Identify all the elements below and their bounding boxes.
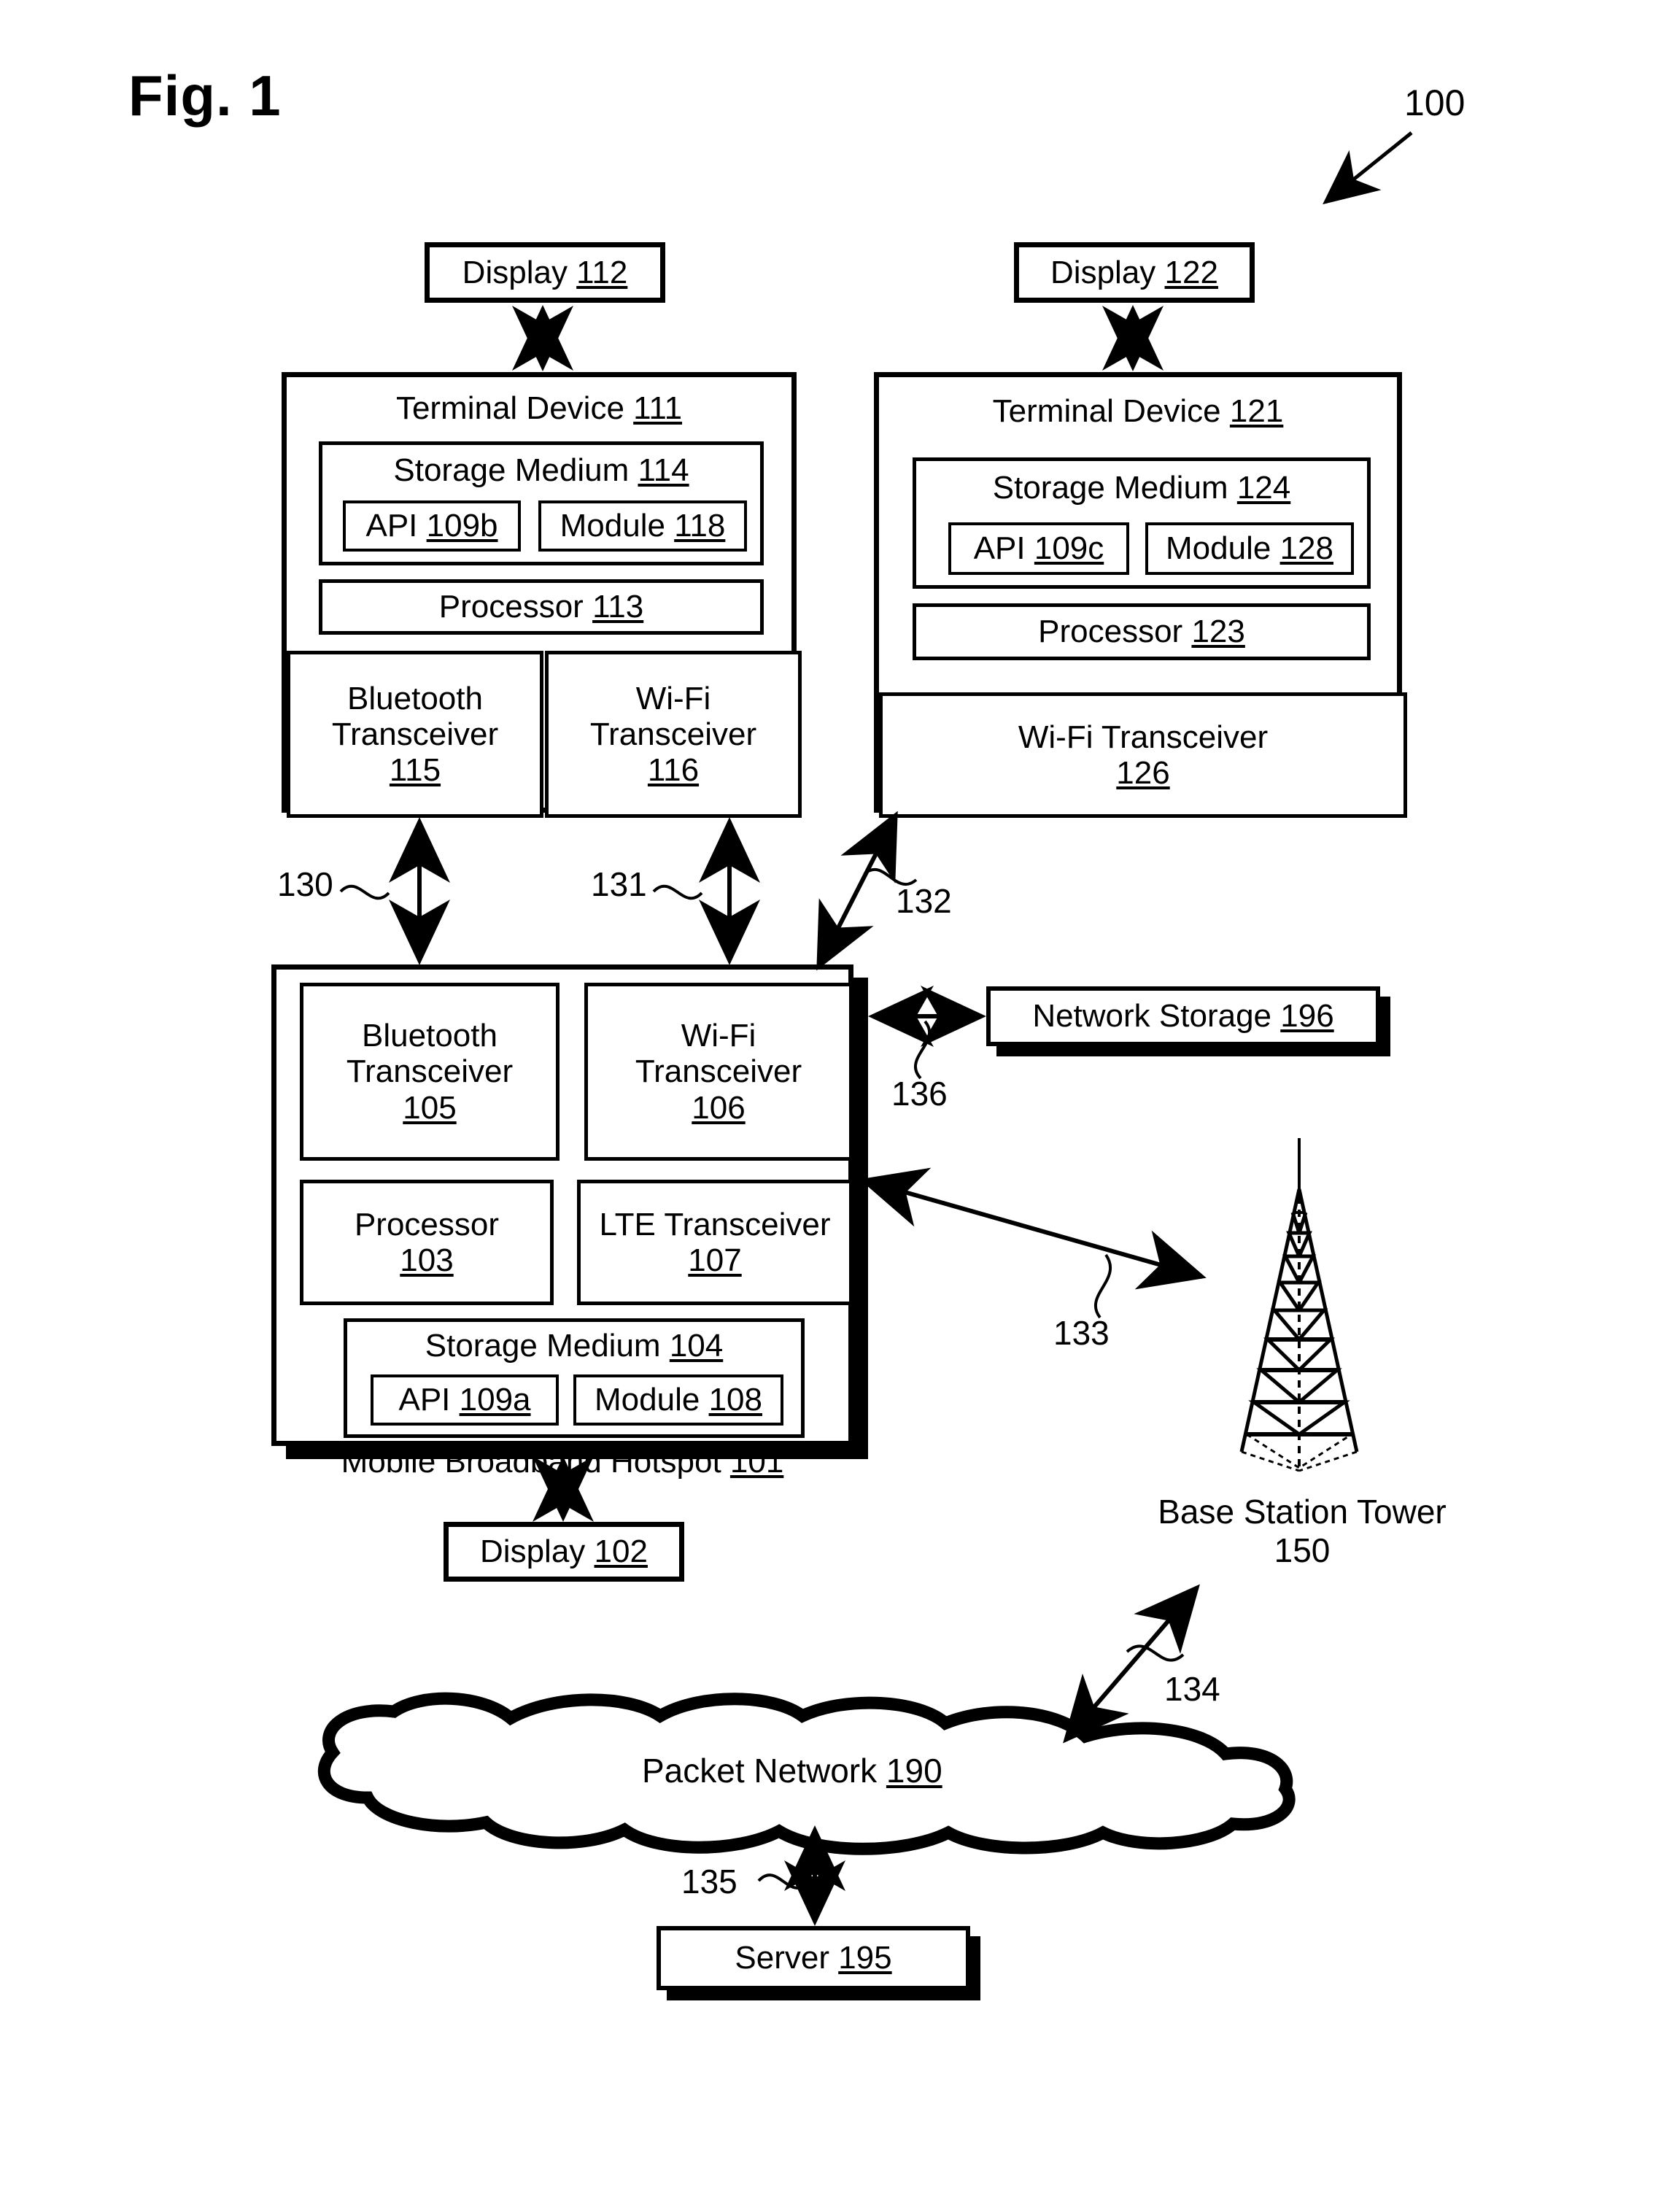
terminal-device-121-box: Terminal Device 121 Storage Medium 124 A… <box>874 372 1407 818</box>
link-134-connector <box>1063 1584 1200 1744</box>
storage-medium-114-box: Storage Medium 114 API 109b Module 118 <box>319 441 764 565</box>
wifi-transceiver-106-label: Wi-Fi Transceiver 106 <box>635 1018 802 1126</box>
link-134-label: 134 <box>1164 1670 1220 1708</box>
wifi-transceiver-116-label: Wi-Fi Transceiver 116 <box>589 680 757 789</box>
terminal-device-111-title: Terminal Device 111 <box>395 390 683 426</box>
link-135-squiggle <box>757 1873 810 1890</box>
module-118-label: Module 118 <box>560 508 726 544</box>
link-130-label: 130 <box>277 865 333 903</box>
api-109a-label: API 109a <box>398 1382 531 1418</box>
api-109c-label: API 109c <box>973 530 1104 567</box>
storage-medium-124-label: Storage Medium 124 <box>992 470 1291 506</box>
wifi-transceiver-106-box: Wi-Fi Transceiver 106 <box>584 983 853 1161</box>
processor-123-label: Processor 123 <box>1038 614 1245 650</box>
base-station-tower-icon <box>1239 1138 1359 1472</box>
base-station-tower-label: Base Station Tower 150 <box>1158 1493 1447 1569</box>
link-133-squiggle <box>1093 1253 1112 1319</box>
api-109b-box: API 109b <box>343 500 521 552</box>
storage-medium-114-label: Storage Medium 114 <box>393 452 689 488</box>
mobile-broadband-hotspot-101-title: Mobile Broadband Hotspot 101 <box>341 1444 784 1480</box>
wifi-transceiver-126-box: Wi-Fi Transceiver 126 <box>879 692 1407 818</box>
bluetooth-transceiver-105-label: Bluetooth Transceiver 105 <box>346 1018 514 1126</box>
bluetooth-transceiver-115-label: Bluetooth Transceiver 115 <box>331 680 499 789</box>
module-108-label: Module 108 <box>595 1382 762 1418</box>
bluetooth-transceiver-105-box: Bluetooth Transceiver 105 <box>300 983 560 1161</box>
module-118-box: Module 118 <box>538 500 747 552</box>
link-131-label: 131 <box>591 865 647 903</box>
link-134-squiggle <box>1126 1644 1185 1662</box>
display-122-box: Display 122 <box>1014 242 1255 303</box>
api-109a-box: API 109a <box>371 1374 559 1426</box>
terminal-device-111-box: Terminal Device 111 Storage Medium 114 A… <box>282 372 802 818</box>
display-112-box: Display 112 <box>425 242 665 303</box>
storage-medium-124-box: Storage Medium 124 API 109c Module 128 <box>913 457 1371 589</box>
display-112-label: Display 112 <box>462 254 628 290</box>
processor-103-label: Processor 103 <box>354 1206 500 1278</box>
processor-113-box: Processor 113 <box>319 579 764 635</box>
link-135-label: 135 <box>681 1863 737 1900</box>
figure-title: Fig. 1 <box>128 63 282 128</box>
link-136-squiggle <box>914 1020 932 1080</box>
wifi-transceiver-126-label: Wi-Fi Transceiver 126 <box>1018 719 1269 791</box>
display-102-label: Display 102 <box>480 1534 648 1570</box>
lte-transceiver-107-box: LTE Transceiver 107 <box>577 1180 853 1305</box>
server-195-label: Server 195 <box>735 1940 892 1976</box>
processor-123-box: Processor 123 <box>913 603 1371 660</box>
display-122-label: Display 122 <box>1050 254 1218 290</box>
storage-medium-104-box: Storage Medium 104 API 109a Module 108 <box>344 1318 805 1438</box>
network-storage-196-label: Network Storage 196 <box>1032 998 1334 1035</box>
link-135-connector <box>757 1825 845 1926</box>
terminal-device-121-title: Terminal Device 121 <box>992 393 1284 429</box>
processor-113-label: Processor 113 <box>438 589 644 625</box>
link-133-connector <box>859 1167 1207 1319</box>
patent-figure-page: Fig. 1 100 Display 112 Terminal Device 1… <box>0 0 1661 2212</box>
mobile-broadband-hotspot-101-box: Bluetooth Transceiver 105 Wi-Fi Transcei… <box>271 964 853 1480</box>
api-109c-box: API 109c <box>948 522 1129 575</box>
api-109b-label: API 109b <box>365 508 498 544</box>
link-136-connector <box>868 986 986 1080</box>
display-102-box: Display 102 <box>444 1522 684 1582</box>
system-100-pointer-arrow <box>1323 131 1413 205</box>
lte-transceiver-107-label: LTE Transceiver 107 <box>599 1206 831 1278</box>
system-reference-number: 100 <box>1404 82 1466 123</box>
wifi-transceiver-116-box: Wi-Fi Transceiver 116 <box>545 651 802 818</box>
server-195-box: Server 195 <box>657 1926 980 2000</box>
module-128-label: Module 128 <box>1166 530 1333 567</box>
module-128-box: Module 128 <box>1145 522 1354 575</box>
link-131-squiggle <box>652 884 703 900</box>
link-136-label: 136 <box>891 1075 948 1113</box>
link-131-connector <box>652 817 760 965</box>
link-130-connector <box>339 817 450 965</box>
processor-103-box: Processor 103 <box>300 1180 554 1305</box>
bluetooth-transceiver-115-box: Bluetooth Transceiver 115 <box>287 651 543 818</box>
link-130-squiggle <box>339 884 390 900</box>
module-108-box: Module 108 <box>573 1374 783 1426</box>
storage-medium-104-label: Storage Medium 104 <box>425 1328 724 1364</box>
network-storage-196-box: Network Storage 196 <box>986 986 1390 1056</box>
link-133-label: 133 <box>1053 1314 1110 1352</box>
packet-network-190-label: Packet Network 190 <box>642 1752 942 1790</box>
link-132-label: 132 <box>896 882 952 920</box>
